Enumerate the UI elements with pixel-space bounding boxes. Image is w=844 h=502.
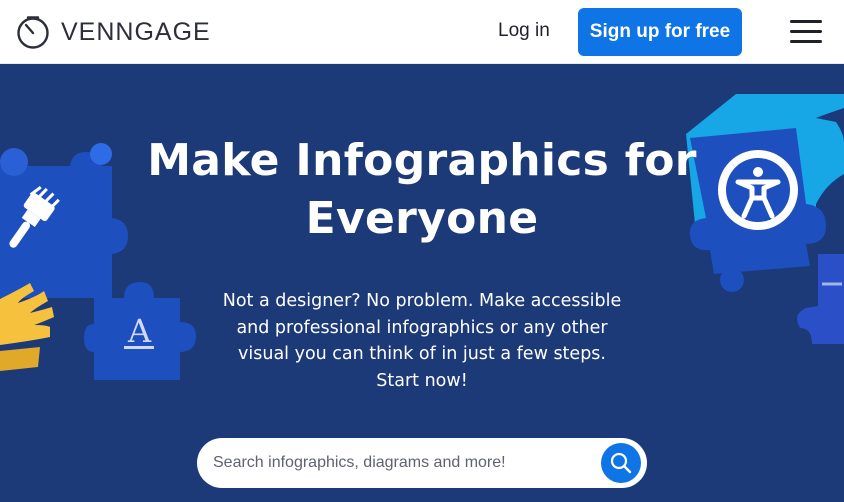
subtext-line-4: Start now! [376, 370, 468, 391]
search-input[interactable] [213, 454, 593, 472]
hamburger-menu-icon[interactable] [790, 20, 822, 44]
signup-button[interactable]: Sign up for free [578, 8, 742, 56]
corner-puzzle-piece-icon [797, 254, 844, 344]
search-icon [610, 452, 632, 474]
hero-section: A Make Infographics for Everyone Not a d… [0, 64, 844, 502]
svg-text:A: A [127, 312, 152, 350]
search-bar [197, 438, 647, 488]
hero-headline: Make Infographics for Everyone [100, 132, 744, 248]
brand-logo[interactable]: VENNGAGE [16, 15, 211, 49]
login-link[interactable]: Log in [498, 20, 550, 42]
top-nav: VENNGAGE Log in Sign up for free [0, 0, 844, 64]
yellow-hand-icon [0, 283, 54, 371]
headline-line-2: Everyone [305, 193, 539, 244]
search-button[interactable] [601, 443, 641, 483]
subtext-line-1: Not a designer? No problem. Make accessi… [222, 291, 622, 311]
text-format-puzzle-icon: A [84, 282, 196, 380]
clock-logo-icon [17, 16, 49, 49]
subtext-line-2: and professional infographics or any oth… [236, 317, 608, 338]
subtext-line-3: visual you can think of in just a few st… [238, 344, 606, 364]
headline-line-1: Make Infographics for [147, 135, 697, 186]
hero-subtext: Not a designer? No problem. Make accessi… [200, 288, 644, 394]
brand-name: VENNGAGE [61, 17, 211, 46]
